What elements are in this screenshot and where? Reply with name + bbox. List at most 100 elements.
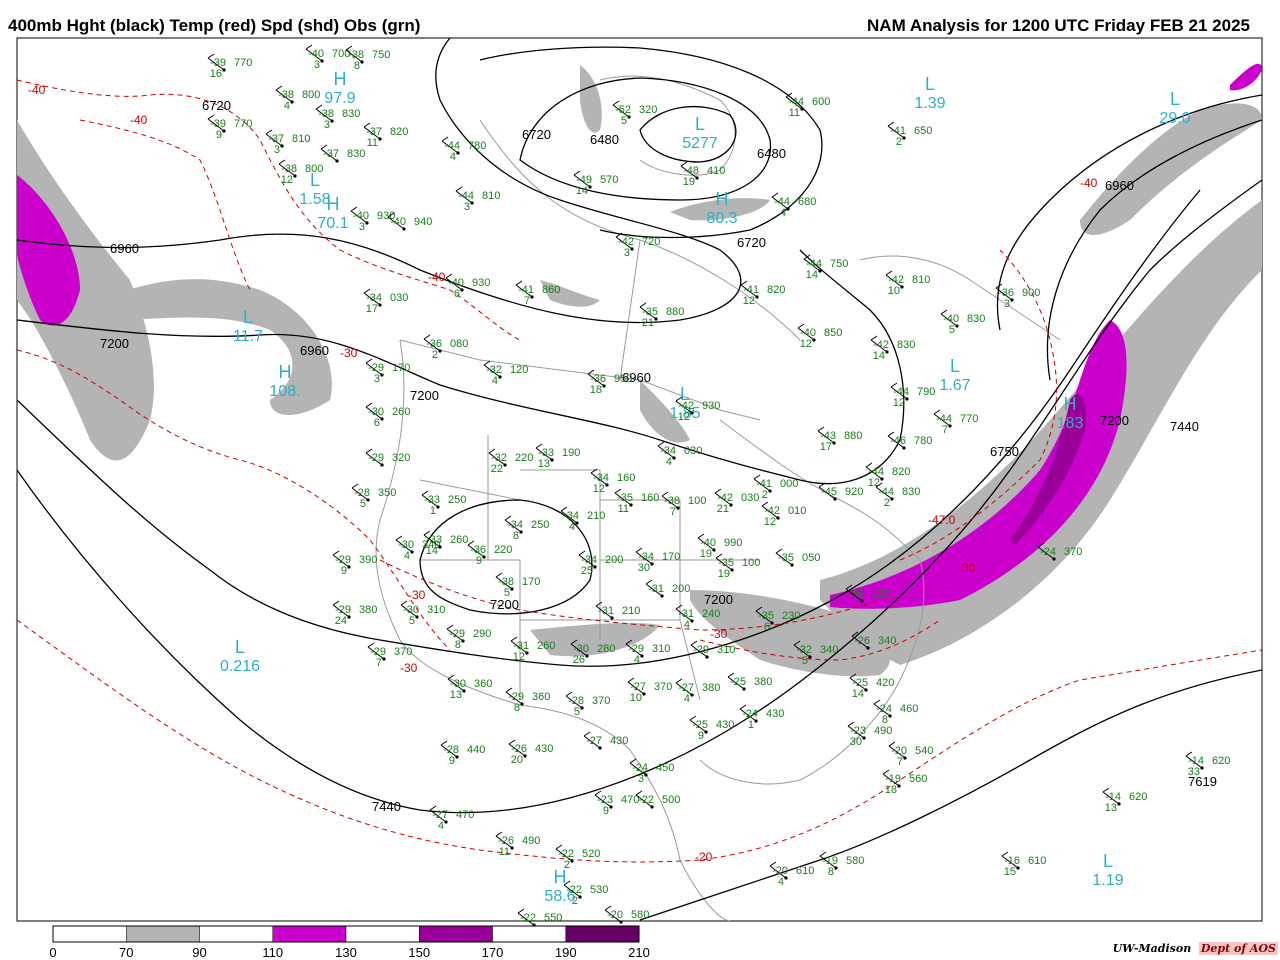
obs-height: 320 bbox=[639, 104, 657, 116]
obs-height: 370 bbox=[394, 646, 412, 658]
legend-swatch bbox=[419, 925, 493, 943]
legend-swatch bbox=[52, 925, 127, 943]
height-label: 7200 bbox=[410, 388, 439, 403]
obs-dewpoint-depression: 14 bbox=[426, 545, 438, 557]
obs-height: 810 bbox=[292, 133, 310, 145]
height-label: 6720 bbox=[737, 235, 766, 250]
obs-dewpoint-depression: 7 bbox=[897, 756, 903, 768]
center-value: 5277 bbox=[682, 135, 718, 152]
obs-height: 340 bbox=[878, 635, 896, 647]
obs-dewpoint-depression: 8 bbox=[828, 866, 834, 878]
obs-dewpoint-depression: 4 bbox=[284, 100, 290, 112]
obs-height: 490 bbox=[874, 725, 892, 737]
obs-dewpoint-depression: 13 bbox=[450, 689, 462, 701]
obs-height: 900 bbox=[1022, 287, 1040, 299]
obs-dewpoint-depression: 26 bbox=[573, 654, 585, 666]
height-label: 6720 bbox=[522, 127, 551, 142]
obs-dewpoint-depression: 1 bbox=[748, 719, 754, 731]
obs-temperature: -25 bbox=[730, 676, 746, 688]
obs-dewpoint-depression: 25 bbox=[581, 565, 593, 577]
obs-temperature: -40 bbox=[390, 216, 406, 228]
obs-temperature: -46 bbox=[890, 435, 906, 447]
obs-dewpoint-depression: 3 bbox=[624, 247, 630, 259]
obs-dewpoint-depression: 1 bbox=[430, 505, 436, 517]
temp-label: -30 bbox=[400, 661, 418, 675]
weather-map: 6720 6720 6480 6480 6720 6960 6960 7200 … bbox=[16, 37, 1263, 960]
obs-height: 100 bbox=[742, 557, 760, 569]
center-value: 11.7 bbox=[233, 328, 263, 345]
obs-height: 170 bbox=[392, 362, 410, 374]
obs-temperature: -31 bbox=[648, 583, 664, 595]
obs-height: 250 bbox=[531, 519, 549, 531]
legend-tick-label: 70 bbox=[119, 945, 133, 960]
obs-dewpoint-depression: 3 bbox=[359, 221, 365, 233]
height-label: 7200 bbox=[1100, 413, 1129, 428]
obs-height: 440 bbox=[467, 744, 485, 756]
center-value: 70.1 bbox=[317, 215, 348, 232]
legend-swatch bbox=[199, 925, 273, 943]
center-letter: L bbox=[695, 114, 705, 134]
obs-height: 820 bbox=[390, 126, 408, 138]
height-label: 6480 bbox=[590, 132, 619, 147]
obs-height: 320 bbox=[392, 452, 410, 464]
legend-tick-label: 150 bbox=[408, 945, 430, 960]
obs-height: 780 bbox=[914, 435, 932, 447]
center-letter: L bbox=[925, 74, 935, 94]
obs-dewpoint-depression: 5 bbox=[621, 115, 627, 127]
credit-line: UW-Madison Dept of AOS bbox=[1113, 942, 1278, 955]
obs-dewpoint-depression: 12 bbox=[678, 411, 690, 423]
temp-label: -40 bbox=[1080, 176, 1098, 190]
obs-height: 260 bbox=[450, 534, 468, 546]
obs-dewpoint-depression: 12 bbox=[893, 397, 905, 409]
obs-dewpoint-depression: 18 bbox=[885, 784, 897, 796]
obs-height: 380 bbox=[359, 604, 377, 616]
obs-height: 370 bbox=[592, 695, 610, 707]
center-letter: H bbox=[1064, 394, 1077, 414]
obs-height: 410 bbox=[707, 165, 725, 177]
obs-dewpoint-depression: 6 bbox=[454, 288, 460, 300]
obs-dewpoint-depression: 4 bbox=[450, 151, 456, 163]
obs-height: 930 bbox=[472, 277, 490, 289]
obs-height: 610 bbox=[1028, 855, 1046, 867]
obs-height: 230 bbox=[782, 610, 800, 622]
center-value: 1.67 bbox=[939, 377, 970, 394]
obs-dewpoint-depression: 12 bbox=[764, 516, 776, 528]
legend-tick-label: 210 bbox=[628, 945, 650, 960]
obs-height: 190 bbox=[562, 447, 580, 459]
obs-height: 830 bbox=[347, 148, 365, 160]
obs-height: 130 bbox=[872, 588, 890, 600]
obs-temperature: -30 bbox=[848, 588, 864, 600]
obs-dewpoint-depression: 33 bbox=[1188, 766, 1200, 778]
obs-height: 310 bbox=[652, 643, 670, 655]
height-label: 7440 bbox=[372, 799, 401, 814]
obs-height: 940 bbox=[414, 216, 432, 228]
obs-height: 830 bbox=[967, 313, 985, 325]
height-label: 6720 bbox=[202, 98, 231, 113]
center-letter: L bbox=[950, 356, 960, 376]
obs-dewpoint-depression: 22 bbox=[491, 463, 503, 475]
obs-dewpoint-depression: 9 bbox=[476, 555, 482, 567]
obs-dewpoint-depression: 4 bbox=[780, 207, 786, 219]
obs-dewpoint-depression: 12 bbox=[281, 174, 293, 186]
obs-dewpoint-depression: 5 bbox=[802, 655, 808, 667]
obs-height: 830 bbox=[897, 339, 915, 351]
obs-height: 460 bbox=[900, 703, 918, 715]
obs-dewpoint-depression: 2 bbox=[896, 136, 902, 148]
obs-dewpoint-depression: 11 bbox=[367, 137, 378, 149]
height-label: 7440 bbox=[1170, 419, 1199, 434]
obs-height: 580 bbox=[846, 855, 864, 867]
center-value: 29.0 bbox=[1159, 110, 1190, 127]
obs-dewpoint-depression: 16 bbox=[210, 68, 222, 80]
center-value: 183 bbox=[1057, 415, 1084, 432]
obs-dewpoint-depression: 2 bbox=[762, 489, 768, 501]
obs-height: 450 bbox=[656, 762, 674, 774]
obs-height: 160 bbox=[641, 492, 659, 504]
obs-height: 610 bbox=[796, 865, 814, 877]
obs-dewpoint-depression: 4 bbox=[684, 619, 690, 631]
obs-height: 770 bbox=[960, 413, 978, 425]
center-letter: L bbox=[235, 637, 245, 657]
obs-height: 580 bbox=[631, 909, 649, 921]
obs-height: 170 bbox=[522, 576, 540, 588]
obs-dewpoint-depression: 12 bbox=[743, 295, 755, 307]
obs-temperature: -27 bbox=[586, 735, 602, 747]
